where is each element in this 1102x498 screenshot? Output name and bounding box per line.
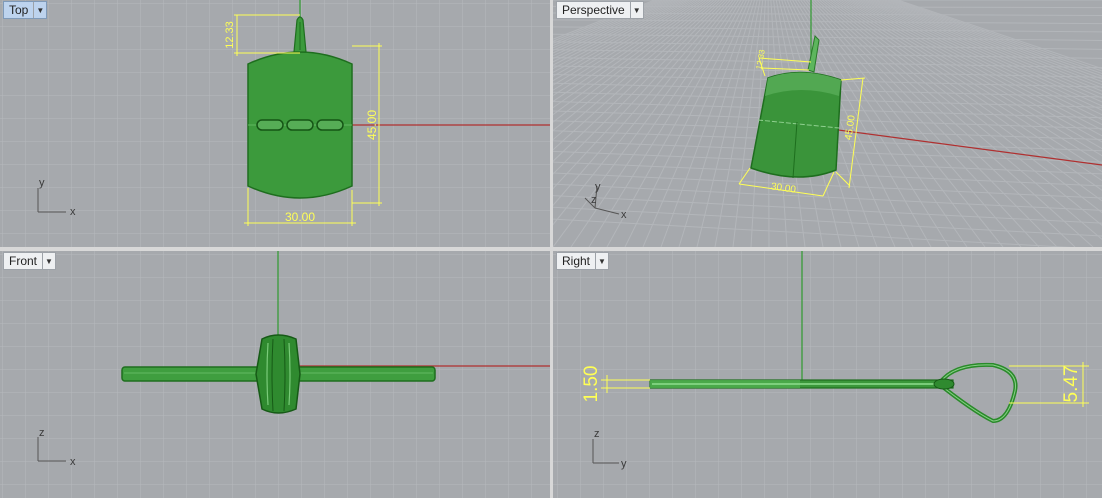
viewport-perspective[interactable]: 30.00 45.00 12.33 x y z Perspective ▼ bbox=[553, 0, 1102, 247]
viewport-title: Perspective bbox=[562, 3, 625, 17]
dimension-width: 30.00 bbox=[285, 210, 315, 224]
viewport-tab-right[interactable]: Right ▼ bbox=[556, 252, 610, 270]
viewport-grid: 30.00 45.00 12.33 x y bbox=[0, 0, 550, 247]
viewport-tab-top[interactable]: Top ▼ bbox=[3, 1, 48, 19]
axis-label-v: y bbox=[39, 177, 45, 189]
axis-label-h: y bbox=[621, 458, 627, 470]
axis-label-v: z bbox=[594, 428, 600, 440]
dimension-loop: 5.47 bbox=[1061, 366, 1082, 403]
viewport-tab-front[interactable]: Front ▼ bbox=[3, 252, 57, 270]
viewport-top[interactable]: 30.00 45.00 12.33 x y Top ▼ bbox=[0, 0, 550, 247]
axis-label-h: x bbox=[70, 456, 76, 468]
viewport-right[interactable]: 1.50 5.47 y z Right ▼ bbox=[553, 251, 1102, 498]
viewport-grid: 30.00 45.00 12.33 x y z bbox=[553, 0, 1102, 247]
axis-label-z: z bbox=[591, 194, 597, 206]
viewport-title: Top bbox=[9, 3, 29, 17]
axis-label-h: x bbox=[70, 206, 76, 218]
viewport-grid: 1.50 5.47 y z bbox=[553, 251, 1102, 498]
viewport-grid: x z bbox=[0, 251, 550, 498]
dimension-thickness: 1.50 bbox=[581, 366, 602, 403]
viewport-tab-perspective[interactable]: Perspective ▼ bbox=[556, 1, 644, 19]
axis-label-y: y bbox=[595, 181, 601, 193]
axis-label-v: z bbox=[39, 427, 45, 439]
chevron-down-icon[interactable]: ▼ bbox=[629, 2, 643, 18]
axis-label-x: x bbox=[621, 209, 627, 221]
chevron-down-icon[interactable]: ▼ bbox=[595, 253, 608, 269]
dimension-height: 45.00 bbox=[365, 110, 379, 140]
chevron-down-icon[interactable]: ▼ bbox=[42, 253, 55, 269]
viewport-title: Right bbox=[562, 254, 591, 268]
viewport-front[interactable]: x z Front ▼ bbox=[0, 251, 550, 498]
viewport-title: Front bbox=[9, 254, 38, 268]
chevron-down-icon[interactable]: ▼ bbox=[33, 2, 46, 18]
dimension-bail: 12.33 bbox=[224, 21, 236, 49]
